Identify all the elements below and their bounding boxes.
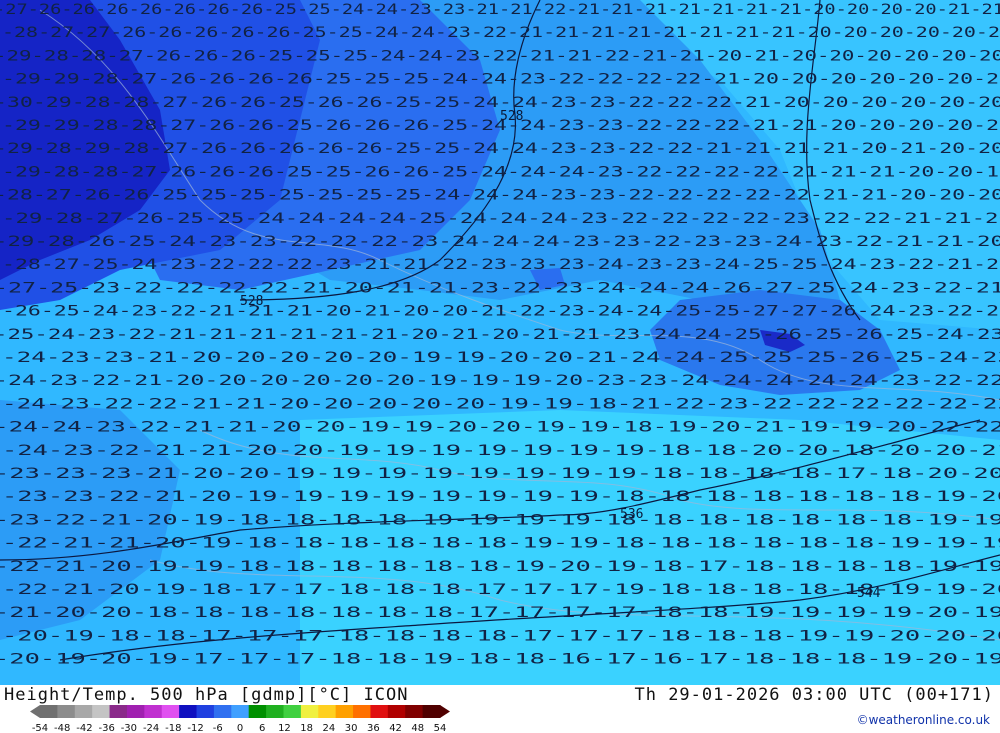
temperature-row: -23-22-21-20-19-18-18-18-18-19-19-19-19-… [0,512,1000,528]
legend-tick-label: 36 [367,723,380,733]
temperature-row: -28-27-27-26-26-26-26-26-25-25-24-24-23-… [2,25,1000,41]
legend-swatch [179,705,198,718]
temperature-row: -23-23-22-21-20-19-19-19-19-19-19-19-19-… [2,489,1000,505]
legend-swatch [74,705,93,718]
contour-label-544: 544 [857,586,881,601]
legend-swatch [353,705,371,718]
legend-tick-label: 18 [300,723,313,733]
temperature-row: -22-21-21-20-19-18-18-18-18-18-18-19-19-… [2,536,1000,552]
legend-tick-label: -48 [54,723,70,733]
legend-swatches [30,705,450,718]
legend-swatch [213,705,232,718]
legend-swatch [161,705,180,718]
legend-swatch [318,705,337,718]
legend-tick-label: -36 [98,723,114,733]
legend-tick-label: -12 [187,723,203,733]
temperature-row: -20-19-20-19-17-17-17-18-18-19-18-18-16-… [0,652,1000,668]
legend-tick-label: -6 [213,723,223,733]
temperature-row: -29-28-27-26-25-25-24-24-24-24-25-24-24-… [2,211,1000,227]
legend-swatch [335,705,354,718]
legend-tick-label: -54 [32,723,48,733]
legend-arrow-left [30,705,40,718]
legend-swatch [370,705,389,718]
legend-swatch [266,705,284,718]
credit-link[interactable]: ©weatheronline.co.uk [857,713,990,727]
legend-swatch [92,705,111,718]
legend-swatch [126,705,145,718]
map-footer: Height/Temp. 500 hPa [gdmp][°C] ICON Th … [0,685,1000,733]
legend-tick-label: 30 [345,723,358,733]
legend-swatch [283,705,302,718]
legend-tick-label: 48 [411,723,424,733]
temperature-row: -24-23-23-21-20-20-20-20-20-19-19-20-20-… [2,350,1000,366]
legend-swatch [231,705,250,718]
color-legend: -54 -48 -42 -36 -30 -24 -18 -12 -6 0 6 12 18 24 30 36 42… [30,705,450,733]
temperature-row: -28-27-25-24-23-22-22-22-23-21-21-22-23-… [2,257,1000,273]
temperature-row: -24-23-22-21-21-20-20-19-19-19-19-19-19-… [2,443,1000,459]
temperature-row: -26-25-24-23-22-21-21-21-20-21-20-20-21-… [2,304,1000,320]
temperature-row: -24-23-22-22-21-21-20-20-20-20-20-19-19-… [2,396,1000,412]
temperature-row: -29-28-29-28-27-26-26-26-26-26-25-25-24-… [0,141,1000,157]
legend-tick-label: 0 [237,723,243,733]
legend-ticks: -54 -48 -42 -36 -30 -24 -18 -12 -6 0 6 12 18 24 30 36 42… [32,723,447,733]
legend-tick-label: -42 [76,723,92,733]
temperature-field: -27-26-26-26-26-26-26-26-25-25-24-24-23-… [0,0,1000,685]
contour-label-536: 536 [620,507,643,522]
legend-swatch [109,705,128,718]
temperature-row: -20-19-18-18-17-17-17-18-18-18-18-17-17-… [2,628,1000,644]
temperature-row: -21-20-20-18-18-18-18-18-18-18-17-17-17-… [0,605,1000,621]
legend-swatch [40,705,58,718]
legend-tick-label: -18 [165,723,181,733]
legend-tick-label: 42 [389,723,402,733]
legend-tick-label: 12 [278,723,291,733]
contour-label-528-north: 528 [500,109,523,124]
temperature-row: -22-21-20-19-19-18-18-18-18-18-18-19-20-… [0,559,1000,575]
legend-swatch [422,705,441,718]
legend-tick-label: 54 [434,723,447,733]
weather-map: -27-26-26-26-26-26-26-26-25-25-24-24-23-… [0,0,1000,685]
contour-label-528-west: 528 [240,294,263,309]
legend-swatch [57,705,76,718]
temperature-row: -22-21-20-19-18-17-17-18-18-18-17-17-17-… [2,582,1000,598]
legend-swatch [387,705,406,718]
legend-arrow-right [440,705,450,718]
legend-tick-label: -30 [121,723,137,733]
legend-swatch [248,705,267,718]
temperature-row: -28-27-26-26-25-25-25-25-25-25-25-24-24-… [0,188,1000,204]
valid-time: Th 29-01-2026 03:00 UTC (00+171) [634,685,994,705]
legend-swatch [300,705,319,718]
legend-tick-label: -24 [143,723,159,733]
map-title: Height/Temp. 500 hPa [gdmp][°C] ICON [4,685,409,705]
legend-swatch [196,705,215,718]
legend-tick-label: 24 [323,723,336,733]
legend-tick-label: 6 [259,723,265,733]
temperature-row: -29-29-28-27-26-26-26-26-25-25-25-24-24-… [2,72,1000,88]
temperature-row: -27-26-26-26-26-26-26-26-25-25-24-24-23-… [0,2,1000,18]
temperature-row: -27-25-23-22-22-22-22-21-20-21-21-23-22-… [0,280,1000,296]
temperature-row: -24-24-23-22-21-21-20-20-19-19-20-20-19-… [0,420,1000,436]
temperature-row: -24-23-22-21-20-20-20-20-20-20-19-19-19-… [0,373,1000,389]
temperature-row: -29-28-26-25-24-23-23-22-22-22-23-24-24-… [0,234,1000,250]
temperature-labels: -27-26-26-26-26-26-26-26-25-25-24-24-23-… [0,2,1000,668]
temperature-row: -25-24-23-22-21-21-21-21-21-21-20-21-20-… [0,327,1000,343]
temperature-row: -29-28-28-27-26-26-26-25-25-25-24-24-23-… [0,48,1000,64]
temperature-row: -29-28-28-27-26-26-26-25-25-26-26-25-24-… [2,164,1000,180]
legend-swatch [405,705,424,718]
temperature-row: -23-23-23-21-20-20-19-19-19-19-19-19-19-… [0,466,1000,482]
legend-swatch [144,705,163,718]
